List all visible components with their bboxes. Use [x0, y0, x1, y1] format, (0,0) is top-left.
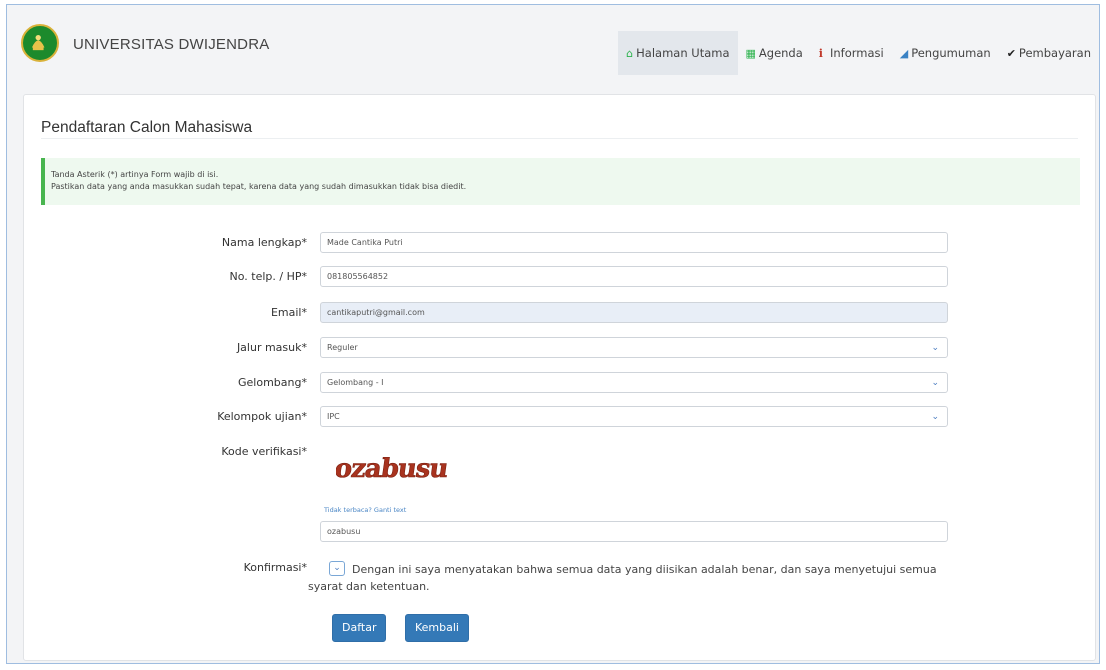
label-jalur: Jalur masuk* [236, 341, 307, 354]
select-value: Reguler [327, 343, 358, 352]
confirm-text: Dengan ini saya menyatakan bahwa semua d… [308, 563, 937, 593]
row-kode-input [24, 521, 1095, 543]
check-icon: ✔ [1006, 46, 1016, 60]
nav-label: Agenda [758, 46, 803, 60]
nav-label: Pembayaran [1018, 46, 1091, 60]
brand-name[interactable]: UNIVERSITAS DWIJENDRA [73, 36, 269, 53]
gelombang-select[interactable]: Gelombang - I ⌄ [320, 372, 948, 393]
label-nama: Nama lengkap* [221, 236, 307, 249]
label-konfirmasi: Konfirmasi* [243, 561, 307, 574]
chevron-down-icon: ⌄ [931, 412, 939, 422]
alert-line: Pastikan data yang anda masukkan sudah t… [51, 181, 467, 191]
telp-input[interactable] [320, 266, 948, 287]
chevron-down-icon: ⌄ [931, 378, 939, 388]
kembali-button[interactable]: Kembali [405, 614, 469, 642]
registration-card: Pendaftaran Calon Mahasiswa Tanda Asteri… [23, 94, 1096, 661]
row-jalur: Jalur masuk* Reguler ⌄ [24, 337, 1095, 359]
label-email: Email* [270, 306, 307, 319]
top-navbar: UNIVERSITAS DWIJENDRA ⌂ Halaman Utama ▦ … [7, 5, 1099, 93]
captcha-text: ozabusu [336, 453, 451, 484]
nav-label: Halaman Utama [636, 46, 730, 60]
captcha-input[interactable] [320, 521, 948, 542]
title-divider [41, 138, 1078, 139]
row-kelompok: Kelompok ujian* IPC ⌄ [24, 406, 1095, 428]
info-icon: i [818, 46, 823, 60]
nav-informasi[interactable]: i Informasi [811, 31, 892, 75]
megaphone-icon: ◢ [899, 46, 909, 60]
calendar-icon: ▦ [745, 46, 756, 60]
daftar-button[interactable]: Daftar [332, 614, 387, 642]
home-icon: ⌂ [626, 46, 634, 60]
university-logo[interactable] [21, 24, 59, 62]
nav-agenda[interactable]: ▦ Agenda [738, 31, 811, 75]
nama-input[interactable] [320, 232, 948, 253]
label-gelombang: Gelombang* [238, 376, 307, 389]
row-email: Email* [24, 302, 1095, 324]
alert-line: Tanda Asterik (*) artinya Form wajib di … [51, 170, 219, 179]
captcha-image: ozabusu [333, 447, 460, 487]
row-kode: Kode verifikasi* [24, 441, 1095, 463]
nav-label: Informasi [829, 46, 884, 60]
label-kode: Kode verifikasi* [221, 445, 307, 458]
nav-halaman-utama[interactable]: ⌂ Halaman Utama [618, 31, 738, 75]
info-alert: Tanda Asterik (*) artinya Form wajib di … [41, 158, 1080, 205]
label-telp: No. telp. / HP* [229, 270, 307, 283]
select-value: IPC [327, 412, 340, 421]
main-nav: ⌂ Halaman Utama ▦ Agenda i Informasi ◢ P… [618, 31, 1099, 75]
jalur-select[interactable]: Reguler ⌄ [320, 337, 948, 358]
browser-frame: UNIVERSITAS DWIJENDRA ⌂ Halaman Utama ▦ … [6, 4, 1100, 664]
row-gelombang: Gelombang* Gelombang - I ⌄ [24, 372, 1095, 394]
email-input[interactable] [320, 302, 948, 323]
kelompok-select[interactable]: IPC ⌄ [320, 406, 948, 427]
refresh-captcha-link[interactable]: Tidak terbaca? Ganti text [324, 506, 406, 514]
row-telp: No. telp. / HP* [24, 266, 1095, 288]
select-value: Gelombang - I [327, 378, 384, 387]
chevron-down-icon: ⌄ [931, 343, 939, 353]
label-kelompok: Kelompok ujian* [217, 410, 307, 423]
page-title: Pendaftaran Calon Mahasiswa [41, 119, 253, 136]
nav-label: Pengumuman [911, 46, 991, 60]
nav-pembayaran[interactable]: ✔ Pembayaran [999, 31, 1099, 75]
confirm-checkbox[interactable]: ⌄ [329, 561, 345, 576]
nav-pengumuman[interactable]: ◢ Pengumuman [892, 31, 999, 75]
row-nama: Nama lengkap* [24, 232, 1095, 254]
